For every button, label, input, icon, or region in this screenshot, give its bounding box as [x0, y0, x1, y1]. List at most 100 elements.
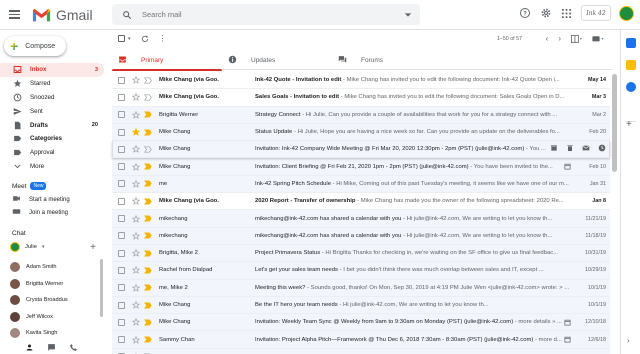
- row-checkbox[interactable]: [118, 301, 125, 309]
- phone-icon[interactable]: [68, 342, 78, 352]
- add-addon-icon[interactable]: +: [626, 120, 632, 130]
- chat-scrollbar[interactable]: [100, 259, 103, 317]
- start-meeting-item[interactable]: Start a meeting: [0, 193, 104, 206]
- star-icon[interactable]: [131, 266, 141, 275]
- table-row[interactable]: Brigitta Werner Strategy Connect - Hi Ju…: [112, 106, 610, 124]
- star-icon[interactable]: [131, 318, 141, 327]
- settings-gear-icon[interactable]: [539, 7, 552, 20]
- row-checkbox[interactable]: [118, 111, 125, 119]
- star-icon[interactable]: [131, 249, 141, 257]
- table-row[interactable]: Brigitta, Mike 2 Project Primavera Statu…: [112, 244, 610, 263]
- chat-user[interactable]: Jeff Wilcox: [0, 309, 104, 326]
- snooze-icon[interactable]: [598, 144, 606, 154]
- chat-bubble-icon[interactable]: [46, 342, 56, 352]
- row-checkbox[interactable]: [118, 180, 125, 188]
- add-chat-icon[interactable]: +: [90, 242, 96, 253]
- row-checkbox[interactable]: [118, 284, 125, 292]
- table-row[interactable]: Sammy Chan Invitation: Project Alpha Pit…: [112, 331, 610, 349]
- sidebar-item-drafts[interactable]: Drafts 20: [0, 118, 104, 132]
- importance-marker-icon[interactable]: [143, 267, 153, 274]
- archive-icon[interactable]: [550, 144, 558, 154]
- importance-marker-icon[interactable]: [143, 232, 153, 239]
- importance-marker-icon[interactable]: [143, 284, 153, 291]
- delete-icon[interactable]: [566, 144, 574, 154]
- star-icon[interactable]: [131, 283, 141, 292]
- row-checkbox[interactable]: [118, 215, 125, 223]
- importance-marker-icon[interactable]: [143, 129, 153, 136]
- importance-marker-icon[interactable]: [143, 336, 153, 343]
- refresh-icon[interactable]: [141, 30, 149, 48]
- tasks-icon[interactable]: [626, 82, 636, 92]
- importance-marker-icon[interactable]: [143, 215, 153, 222]
- star-icon[interactable]: [131, 301, 141, 309]
- row-checkbox[interactable]: [118, 128, 125, 136]
- row-checkbox[interactable]: [118, 93, 125, 101]
- mail-list-scrollbar[interactable]: [612, 74, 617, 172]
- more-options-icon[interactable]: ⋮: [159, 34, 167, 43]
- table-row[interactable]: Mike Chang Invitation: Client Briefing @…: [112, 158, 610, 176]
- table-row[interactable]: mikechang mikechang@ink-42.com has share…: [112, 210, 610, 228]
- input-tools-icon[interactable]: [592, 30, 604, 48]
- organization-logo[interactable]: Ink 42: [581, 5, 611, 21]
- chat-user[interactable]: Crysta Broaddus: [0, 292, 104, 309]
- help-icon[interactable]: ?: [518, 7, 531, 20]
- chat-me-status[interactable]: Julie ▾ +: [0, 240, 104, 254]
- sidebar-item-inbox[interactable]: Inbox 3: [0, 63, 104, 77]
- table-row[interactable]: me Ink-42 Spring Pitch Schedule - Hi Mik…: [112, 175, 610, 194]
- importance-marker-icon[interactable]: [143, 180, 153, 187]
- table-row[interactable]: Mike Chang Be the IT hero your team need…: [112, 296, 610, 315]
- table-row[interactable]: Google Security alert - Julie Wen New de…: [112, 348, 610, 354]
- row-checkbox[interactable]: [118, 197, 125, 205]
- table-row[interactable]: Mike Chang Invitation: Weekly Team Sync …: [112, 314, 610, 332]
- search-input[interactable]: [142, 10, 400, 19]
- star-icon[interactable]: [131, 197, 141, 205]
- importance-marker-icon[interactable]: [143, 94, 153, 101]
- importance-marker-icon[interactable]: [143, 250, 153, 257]
- importance-marker-icon[interactable]: [143, 146, 153, 153]
- search-options-icon[interactable]: [400, 11, 416, 19]
- importance-marker-icon[interactable]: [143, 163, 153, 170]
- star-icon[interactable]: [131, 128, 141, 136]
- chat-user[interactable]: Adam Smith: [0, 259, 104, 276]
- keep-icon[interactable]: [626, 60, 636, 70]
- importance-marker-icon[interactable]: [143, 302, 153, 309]
- sidebar-item-snoozed[interactable]: Snoozed: [0, 91, 104, 105]
- star-icon[interactable]: [131, 110, 141, 119]
- search-icon[interactable]: [118, 10, 136, 20]
- person-icon[interactable]: [24, 342, 34, 352]
- compose-button[interactable]: + Compose: [4, 36, 66, 56]
- chat-user[interactable]: Brigitta Werner: [0, 276, 104, 293]
- calendar-event-icon[interactable]: [562, 336, 572, 343]
- calendar-event-icon[interactable]: [562, 163, 572, 170]
- star-icon[interactable]: [131, 162, 141, 171]
- table-row[interactable]: Mike Chang (via Goo. Sales Goals - Invit…: [112, 89, 610, 107]
- row-checkbox[interactable]: [118, 163, 125, 171]
- table-row[interactable]: Mike Chang Invitation: Ink-42 Company Wi…: [112, 141, 610, 159]
- mark-unread-icon[interactable]: [582, 144, 590, 154]
- next-page-icon[interactable]: ›: [558, 34, 561, 43]
- table-row[interactable]: Rachel from Dialpad Let's get your sales…: [112, 262, 610, 280]
- prev-page-icon[interactable]: ‹: [546, 34, 549, 43]
- select-dropdown-icon[interactable]: ▾: [128, 36, 131, 42]
- split-pane-icon[interactable]: [571, 30, 582, 48]
- row-checkbox[interactable]: [118, 145, 125, 153]
- star-icon[interactable]: [131, 179, 141, 188]
- account-avatar[interactable]: [619, 5, 634, 21]
- star-icon[interactable]: [131, 76, 141, 84]
- row-checkbox[interactable]: [118, 76, 125, 84]
- row-checkbox[interactable]: [118, 266, 125, 274]
- importance-marker-icon[interactable]: [143, 198, 153, 205]
- calendar-icon[interactable]: [626, 38, 636, 48]
- table-row[interactable]: Mike Chang (via Goo. Ink-42 Quote - Invi…: [112, 72, 610, 90]
- tab-forums[interactable]: Forums: [332, 50, 442, 70]
- sidebar-item-starred[interactable]: Starred: [0, 77, 104, 91]
- row-checkbox[interactable]: [118, 232, 125, 240]
- chat-user[interactable]: Kavita Singh: [0, 325, 104, 342]
- sidebar-item-categories[interactable]: Categories: [0, 132, 104, 146]
- main-menu-icon[interactable]: [6, 6, 24, 24]
- expand-panel-icon[interactable]: ›: [627, 336, 630, 345]
- select-all-checkbox[interactable]: [118, 35, 125, 42]
- gmail-logo[interactable]: Gmail: [32, 7, 93, 23]
- row-checkbox[interactable]: [118, 336, 125, 344]
- sidebar-item-more[interactable]: More: [0, 160, 104, 174]
